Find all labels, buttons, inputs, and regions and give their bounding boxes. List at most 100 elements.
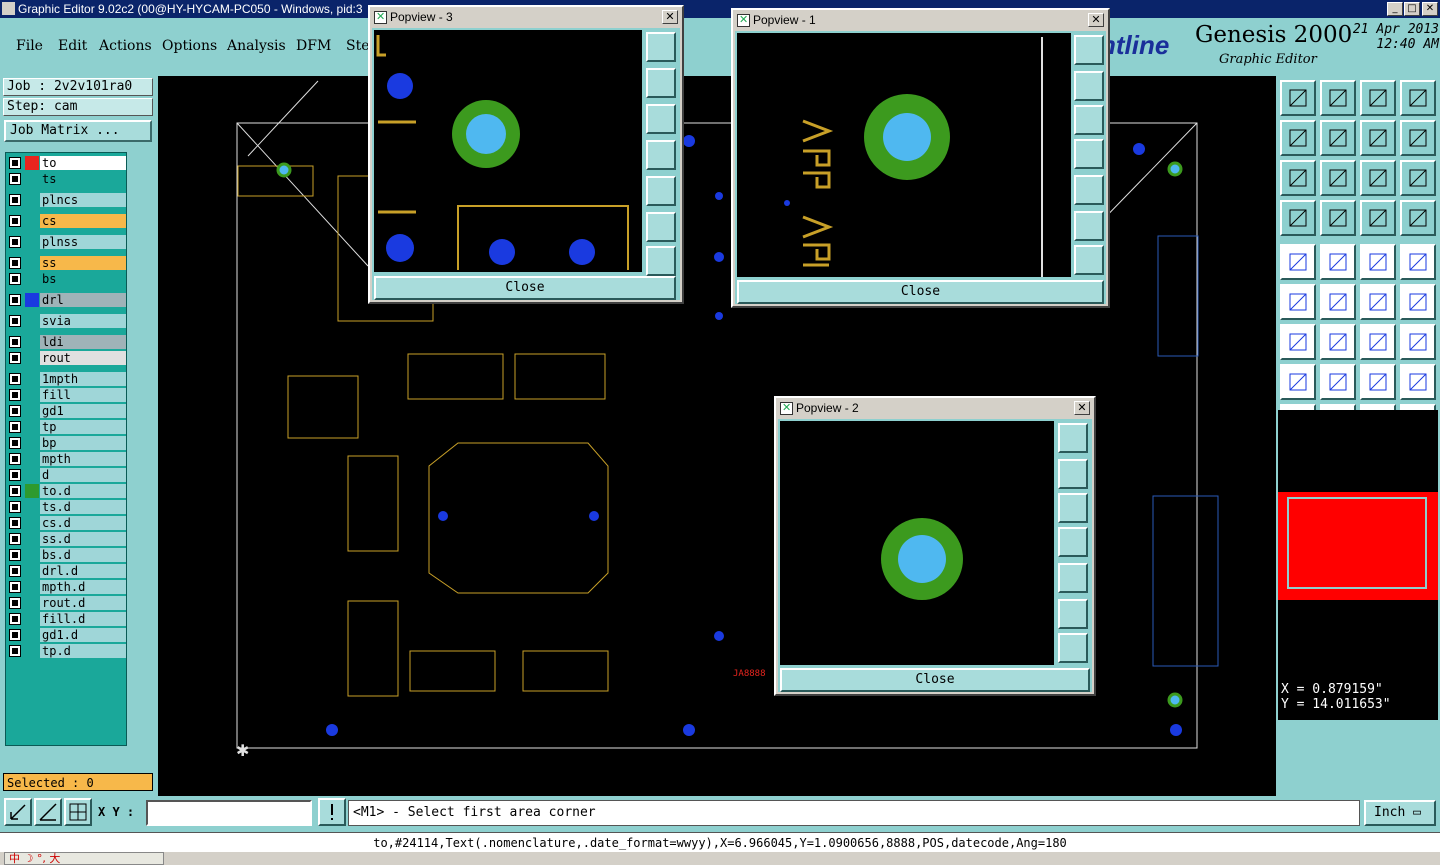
settings-tool-button[interactable] [1280,200,1316,236]
popview-1-x-button[interactable]: ✕ [1088,13,1104,27]
layer-row-17[interactable]: d [6,468,128,483]
popview-2-zoom-fit-button[interactable] [1058,423,1088,453]
layer-row-3[interactable]: cs [6,214,128,229]
layer-checkbox[interactable] [9,549,21,561]
layer-row-19[interactable]: ts.d [6,500,128,515]
layer-color-swatch[interactable] [25,532,39,546]
layer-name[interactable]: plncs [40,193,126,207]
layer-name[interactable]: fill [40,388,126,402]
layer-checkbox[interactable] [9,517,21,529]
layer-name[interactable]: rout [40,351,126,365]
popview-1-zoom-in-button[interactable] [1074,245,1104,275]
layer-color-swatch[interactable] [25,256,39,270]
layer-name[interactable]: drl.d [40,564,126,578]
popview-1-pan-down-button[interactable] [1074,105,1104,135]
layer-name[interactable]: gd1.d [40,628,126,642]
layer-color-swatch[interactable] [25,388,39,402]
layer-color-swatch[interactable] [25,628,39,642]
popview-2-pan-right-button[interactable] [1058,563,1088,593]
move-down-tool-button[interactable] [1320,80,1356,116]
layer-row-9[interactable]: ldi [6,335,128,350]
arc-tool-button[interactable] [1360,324,1396,360]
popview-1-pan-up-button[interactable] [1074,71,1104,101]
popview-3-window[interactable]: Popview - 3 ✕ [368,5,684,304]
popview-3-pan-right-button[interactable] [646,176,676,206]
job-matrix-button[interactable]: Job Matrix ... [4,120,152,142]
layer-checkbox[interactable] [9,533,21,545]
snake-tool-button[interactable] [1400,120,1436,156]
popview-1-zoom-fit-button[interactable] [1074,35,1104,65]
maximize-button[interactable]: □ [1404,2,1420,16]
layer-row-22[interactable]: bs.d [6,548,128,563]
layer-checkbox[interactable] [9,157,21,169]
layer-name[interactable]: fill.d [40,612,126,626]
layer-name[interactable]: to.d [40,484,126,498]
menu-dfm[interactable]: DFM [296,38,331,54]
layer-color-swatch[interactable] [25,516,39,530]
alert-button[interactable] [318,798,346,826]
popview-2-zoom-in-button[interactable] [1058,633,1088,663]
layer-checkbox[interactable] [9,215,21,227]
layer-color-swatch[interactable] [25,484,39,498]
layer-row-12[interactable]: fill [6,388,128,403]
popview-3-pan-left-button[interactable] [646,140,676,170]
layer-checkbox[interactable] [9,453,21,465]
layer-color-swatch[interactable] [25,500,39,514]
ratio-tool-button[interactable] [1360,160,1396,196]
layer-name[interactable]: plnss [40,235,126,249]
layer-row-25[interactable]: rout.d [6,596,128,611]
layer-color-swatch[interactable] [25,468,39,482]
popview-2-window[interactable]: Popview - 2 ✕ Close [774,396,1096,696]
layer-checkbox[interactable] [9,437,21,449]
layer-checkbox[interactable] [9,565,21,577]
measure-button[interactable] [34,798,62,826]
layer-color-swatch[interactable] [25,293,39,307]
menu-options[interactable]: Options [162,38,217,54]
zoom-in-tool-button[interactable] [1320,160,1356,196]
layer-row-20[interactable]: cs.d [6,516,128,531]
popview-3-zoom-out-button[interactable] [646,212,676,242]
layer-row-13[interactable]: gd1 [6,404,128,419]
snap-line-tool-button[interactable] [1400,284,1436,320]
layer-name[interactable]: mpth [40,452,126,466]
layer-row-5[interactable]: ss [6,256,128,271]
dimension-tool-button[interactable] [1360,364,1396,400]
popview-1-pan-left-button[interactable] [1074,139,1104,169]
layer-checkbox[interactable] [9,373,21,385]
connect-tool-button[interactable] [1280,284,1316,320]
layer-row-26[interactable]: fill.d [6,612,128,627]
menu-analysis[interactable]: Analysis [227,38,286,54]
grid-tool-button[interactable] [1320,200,1356,236]
layer-checkbox[interactable] [9,236,21,248]
layer-color-swatch[interactable] [25,644,39,658]
layer-color-swatch[interactable] [25,548,39,562]
popview-1-zoom-out-button[interactable] [1074,211,1104,241]
popview-1-canvas[interactable] [737,33,1071,277]
cross-tool-button[interactable] [1320,284,1356,320]
layer-checkbox[interactable] [9,273,21,285]
layer-checkbox[interactable] [9,645,21,657]
layer-color-swatch[interactable] [25,272,39,286]
popview-1-titlebar[interactable]: Popview - 1 ✕ [735,12,1106,29]
zoom-fit-tool-button[interactable] [1280,160,1316,196]
popview-2-x-button[interactable]: ✕ [1074,401,1090,415]
zoom-area-button[interactable] [4,798,32,826]
popview-3-x-button[interactable]: ✕ [662,10,678,24]
pad-tool-button[interactable] [1280,244,1316,280]
layer-highlight-tool-button[interactable] [1400,200,1436,236]
group-tool-button[interactable] [1400,364,1436,400]
home-tool-button[interactable] [1360,80,1396,116]
layer-row-14[interactable]: tp [6,420,128,435]
help-tool-button[interactable] [1400,160,1436,196]
layer-color-swatch[interactable] [25,452,39,466]
layer-checkbox[interactable] [9,613,21,625]
layer-checkbox[interactable] [9,352,21,364]
layer-checkbox[interactable] [9,421,21,433]
layer-color-swatch[interactable] [25,235,39,249]
layer-checkbox[interactable] [9,336,21,348]
layer-row-10[interactable]: rout [6,351,128,366]
layer-row-15[interactable]: bp [6,436,128,451]
popview-3-titlebar[interactable]: Popview - 3 ✕ [372,9,680,26]
layer-name[interactable]: to [40,156,126,170]
layer-name[interactable]: tp.d [40,644,126,658]
